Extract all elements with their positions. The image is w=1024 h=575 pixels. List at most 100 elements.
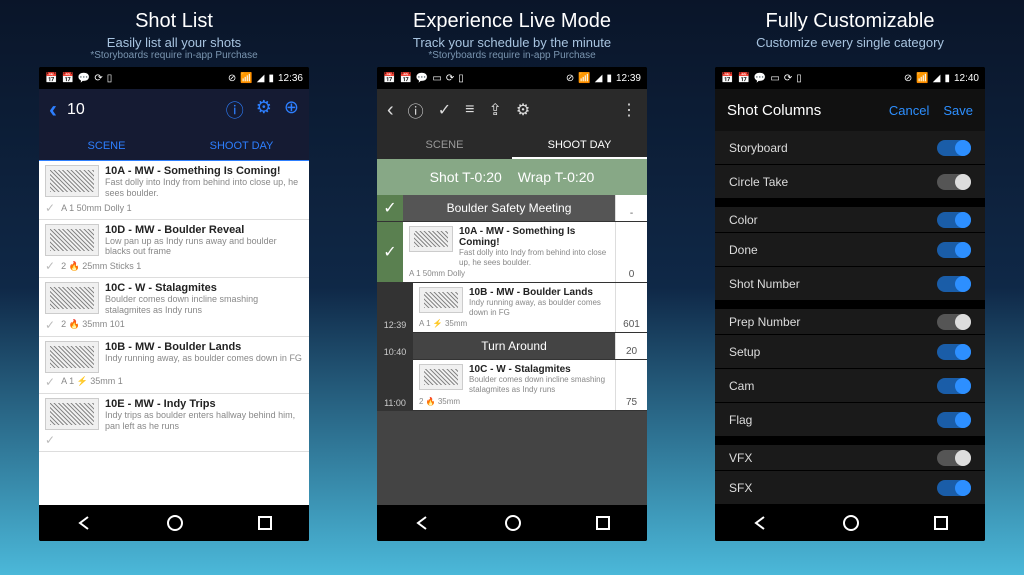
banner-row[interactable]: 10:40 Turn Around 20 bbox=[377, 333, 647, 360]
nav-home-icon[interactable] bbox=[505, 515, 521, 531]
signal-icon: ◢ bbox=[933, 73, 941, 84]
info-icon[interactable]: ⓘ bbox=[408, 98, 424, 122]
toggle-switch[interactable] bbox=[937, 212, 971, 228]
device-icon: ▯ bbox=[458, 73, 464, 84]
setting-row[interactable]: Prep Number bbox=[715, 301, 985, 335]
cancel-button[interactable]: Cancel bbox=[889, 103, 929, 118]
live-row[interactable]: 11:00 10C - W - Stalagmites Boulder come… bbox=[377, 360, 647, 410]
tab-scene[interactable]: SCENE bbox=[39, 131, 174, 160]
shot-item[interactable]: 10B - MW - Boulder LandsIndy running awa… bbox=[39, 337, 309, 394]
toggle-switch[interactable] bbox=[937, 344, 971, 360]
shot-title: 10B - MW - Boulder Lands bbox=[469, 287, 609, 298]
setting-label: Shot Number bbox=[729, 277, 800, 291]
signal-icon: ◢ bbox=[257, 73, 265, 84]
toggle-switch[interactable] bbox=[937, 480, 971, 496]
nav-back-icon[interactable] bbox=[76, 515, 92, 531]
shot-title: 10B - MW - Boulder Lands bbox=[105, 341, 303, 353]
calendar-icon: 📅 bbox=[721, 73, 733, 84]
time: 11:00 bbox=[377, 360, 413, 409]
tab-bar: SCENE SHOOT DAY bbox=[377, 131, 647, 159]
nav-home-icon[interactable] bbox=[167, 515, 183, 531]
info-icon[interactable]: ⓘ bbox=[226, 97, 244, 123]
list-icon[interactable]: ≡ bbox=[465, 101, 474, 119]
toggle-switch[interactable] bbox=[937, 412, 971, 428]
setting-row[interactable]: Color bbox=[715, 199, 985, 233]
setting-row[interactable]: Flag bbox=[715, 403, 985, 437]
setting-row[interactable]: Storyboard bbox=[715, 131, 985, 165]
calendar-icon: 📅 bbox=[737, 73, 749, 84]
settings-list[interactable]: Storyboard Circle Take Color Done Shot Numbe… bbox=[715, 131, 985, 505]
check-col[interactable]: ✓ bbox=[377, 222, 403, 282]
nav-recent-icon[interactable] bbox=[258, 516, 272, 530]
setting-row[interactable]: Shot Number bbox=[715, 267, 985, 301]
status-bar: 📅📅💬⟳▯ ⊘📶◢▮12:36 bbox=[39, 67, 309, 89]
storyboard-thumb[interactable] bbox=[45, 282, 99, 314]
overflow-icon[interactable]: ⋮ bbox=[621, 100, 637, 120]
check-icon: ✓ bbox=[45, 259, 55, 273]
back-button[interactable]: ‹ bbox=[49, 96, 57, 124]
gear-icon[interactable]: ⚙ bbox=[256, 97, 272, 123]
col-title: Shot List bbox=[135, 10, 213, 33]
toggle-switch[interactable] bbox=[937, 450, 971, 466]
toggle-switch[interactable] bbox=[937, 276, 971, 292]
shot-meta: ✓ 2 🔥 25mm Sticks 1 bbox=[45, 257, 303, 273]
check-icon: ✓ bbox=[45, 201, 55, 215]
gear-icon[interactable]: ⚙ bbox=[516, 100, 530, 120]
setting-label: Color bbox=[729, 213, 758, 227]
setting-label: Storyboard bbox=[729, 141, 788, 155]
shot-item[interactable]: 10A - MW - Something Is Coming!Fast doll… bbox=[39, 161, 309, 220]
tab-shoot-day[interactable]: SHOOT DAY bbox=[174, 131, 309, 160]
shot-list[interactable]: 10A - MW - Something Is Coming!Fast doll… bbox=[39, 161, 309, 505]
setting-row[interactable]: Done bbox=[715, 233, 985, 267]
setting-row[interactable]: VFX bbox=[715, 437, 985, 471]
live-row[interactable]: ✓10A - MW - Something Is Coming!Fast dol… bbox=[377, 222, 647, 283]
live-list[interactable]: ✓ Boulder Safety Meeting - ✓10A - MW - S… bbox=[377, 195, 647, 505]
col-subtitle: Track your schedule by the minute bbox=[413, 35, 611, 50]
setting-row[interactable]: Setup bbox=[715, 335, 985, 369]
shot-desc: Fast dolly into Indy from behind into cl… bbox=[459, 248, 609, 267]
column-customizable: Fully Customizable Customize every singl… bbox=[690, 10, 1010, 541]
check-icon[interactable]: ✓ bbox=[438, 100, 451, 120]
tab-shoot-day[interactable]: SHOOT DAY bbox=[512, 131, 647, 159]
setting-row[interactable]: Cam bbox=[715, 369, 985, 403]
share-icon[interactable]: ⇪ bbox=[488, 100, 501, 120]
tab-scene[interactable]: SCENE bbox=[377, 131, 512, 159]
toggle-switch[interactable] bbox=[937, 242, 971, 258]
toggle-switch[interactable] bbox=[937, 314, 971, 330]
save-button[interactable]: Save bbox=[943, 103, 973, 118]
nav-home-icon[interactable] bbox=[843, 515, 859, 531]
storyboard-thumb[interactable] bbox=[45, 398, 99, 430]
back-button[interactable]: ‹ bbox=[387, 99, 394, 122]
setting-row[interactable]: Circle Take bbox=[715, 165, 985, 199]
add-icon[interactable]: ⊕ bbox=[284, 97, 299, 123]
nav-back-icon[interactable] bbox=[414, 515, 430, 531]
shot-item[interactable]: 10C - W - StalagmitesBoulder comes down … bbox=[39, 278, 309, 337]
phone-settings: 📅📅💬▭⟳▯ ⊘📶◢▮12:40 Shot Columns Cancel Sav… bbox=[715, 67, 985, 541]
live-row[interactable]: 12:3910B - MW - Boulder LandsIndy runnin… bbox=[377, 283, 647, 333]
toggle-switch[interactable] bbox=[937, 140, 971, 156]
shot-timer: Shot T-0:20 bbox=[430, 169, 502, 185]
calendar-icon: 📅 bbox=[45, 73, 57, 84]
shot-item[interactable]: 10D - MW - Boulder RevealLow pan up as I… bbox=[39, 220, 309, 279]
storyboard-thumb[interactable] bbox=[419, 287, 463, 313]
nav-recent-icon[interactable] bbox=[596, 516, 610, 530]
storyboard-thumb[interactable] bbox=[409, 226, 453, 252]
shot-item[interactable]: 10E - MW - Indy TripsIndy trips as bould… bbox=[39, 394, 309, 453]
shot-title: 10A - MW - Something Is Coming! bbox=[105, 165, 303, 177]
clock: 12:36 bbox=[278, 73, 303, 84]
check-col[interactable]: ✓ bbox=[377, 195, 403, 221]
count: 75 bbox=[615, 360, 647, 409]
nav-back-icon[interactable] bbox=[752, 515, 768, 531]
storyboard-thumb[interactable] bbox=[45, 165, 99, 197]
storyboard-thumb[interactable] bbox=[45, 224, 99, 256]
toggle-switch[interactable] bbox=[937, 378, 971, 394]
storyboard-thumb[interactable] bbox=[45, 341, 99, 373]
wifi-icon: 📶 bbox=[240, 73, 252, 84]
setting-row[interactable]: SFX bbox=[715, 471, 985, 505]
banner-row[interactable]: ✓ Boulder Safety Meeting - bbox=[377, 195, 647, 222]
calendar-icon: 📅 bbox=[383, 73, 395, 84]
nav-recent-icon[interactable] bbox=[934, 516, 948, 530]
storyboard-thumb[interactable] bbox=[419, 364, 463, 390]
calendar-icon: 📅 bbox=[61, 73, 73, 84]
toggle-switch[interactable] bbox=[937, 174, 971, 190]
